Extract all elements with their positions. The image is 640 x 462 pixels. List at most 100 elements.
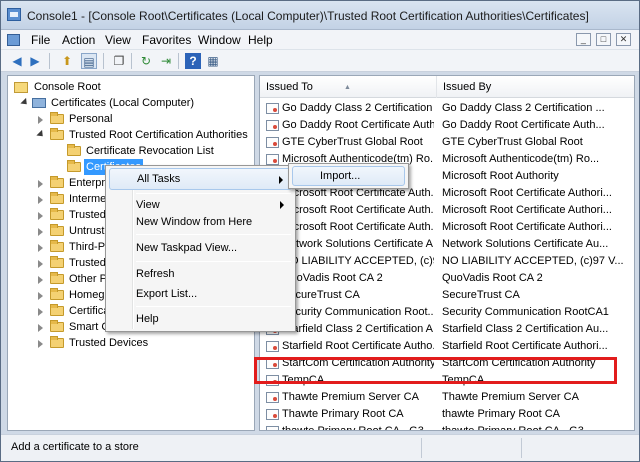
window-title: Console1 - [Console Root\Certificates (L… — [27, 9, 589, 23]
cell-issued-by: Microsoft Root Certificate Authori... — [442, 204, 612, 216]
column-header-issued-by[interactable]: Issued By — [437, 76, 634, 98]
expanded-arrow-icon[interactable] — [20, 97, 30, 108]
expanded-arrow-icon[interactable] — [36, 129, 46, 140]
help-icon[interactable]: ? — [185, 53, 201, 69]
action-pane-icon[interactable]: ▦ — [205, 53, 221, 69]
mmc-app-icon[interactable] — [7, 8, 21, 21]
cell-issued-by: NO LIABILITY ACCEPTED, (c)97 V... — [442, 255, 624, 267]
menu-bar: File Action View Favorites Window Help _… — [1, 30, 639, 50]
cell-issued-to: Go Daddy Root Certificate Auth... — [282, 119, 434, 131]
cell-issued-by: Microsoft Root Certificate Authori... — [442, 221, 612, 233]
cell-issued-by: Go Daddy Root Certificate Auth... — [442, 119, 605, 131]
folder-icon — [50, 192, 64, 204]
table-row[interactable]: Microsoft Root Certificate Auth... Micros… — [260, 219, 634, 236]
menu-help[interactable]: Help — [248, 33, 273, 47]
cell-issued-by: QuoVadis Root CA 2 — [442, 272, 543, 284]
forward-arrow-icon[interactable]: ▶ — [27, 53, 43, 69]
menu-favorites[interactable]: Favorites — [142, 33, 191, 47]
menu-item-import[interactable]: Import... — [292, 166, 405, 186]
certificate-icon — [266, 137, 279, 148]
table-row[interactable]: GTE CyberTrust Global Root GTE CyberTrust… — [260, 134, 634, 151]
console-system-menu-icon[interactable] — [7, 34, 20, 46]
tempca-highlight-box — [254, 357, 617, 384]
collapsed-arrow-icon[interactable] — [38, 324, 43, 332]
all-tasks-submenu: Import... — [288, 163, 409, 189]
table-row[interactable]: SecureTrust CA SecureTrust CA — [260, 287, 634, 304]
cell-issued-by: Thawte Premium Server CA — [442, 391, 579, 403]
table-row[interactable]: QuoVadis Root CA 2 QuoVadis Root CA 2 — [260, 270, 634, 287]
collapsed-arrow-icon[interactable] — [38, 276, 43, 284]
cell-issued-by: Network Solutions Certificate Au... — [442, 238, 609, 250]
toolbar-separator — [178, 53, 179, 69]
menu-item-help[interactable]: Help — [109, 308, 292, 330]
toolbar-separator — [103, 53, 104, 69]
child-close-button[interactable]: ✕ — [616, 33, 631, 46]
table-row[interactable]: Starfield Root Certificate Autho... Starf… — [260, 338, 634, 355]
table-row[interactable]: Starfield Class 2 Certification A... Star… — [260, 321, 634, 338]
menu-file[interactable]: File — [31, 33, 50, 47]
menu-separator — [136, 306, 291, 307]
cell-issued-by: Microsoft Root Authority — [442, 170, 559, 182]
export-list-icon[interactable]: ⇥ — [158, 53, 174, 69]
tree-node-label: Trusted Root Certification Authorities — [69, 129, 248, 141]
collapsed-arrow-icon[interactable] — [38, 340, 43, 348]
toolbar: ◀ ▶ ⬆ ▤ ❐ ↻ ⇥ ? ▦ — [1, 50, 639, 72]
cell-issued-to: Thawte Primary Root CA — [282, 408, 404, 420]
menu-item-new-taskpad-view[interactable]: New Taskpad View... — [109, 237, 292, 259]
child-window-controls: _ □ ✕ — [574, 33, 631, 46]
menu-item-refresh[interactable]: Refresh — [109, 263, 292, 285]
menu-window[interactable]: Window — [198, 33, 241, 47]
table-row[interactable]: Microsoft Root Certificate Auth... Micros… — [260, 202, 634, 219]
up-folder-icon[interactable]: ⬆ — [59, 53, 75, 69]
child-restore-button[interactable]: □ — [595, 33, 611, 46]
cell-issued-to: QuoVadis Root CA 2 — [282, 272, 383, 284]
menu-separator — [136, 234, 291, 235]
table-row[interactable]: Go Daddy Root Certificate Auth... Go Dadd… — [260, 117, 634, 134]
submenu-arrow-icon — [279, 176, 283, 184]
tree-node-label: Certificates (Local Computer) — [51, 97, 195, 109]
cell-issued-to: thawte Primary Root CA - G3 — [282, 425, 424, 431]
collapsed-arrow-icon[interactable] — [38, 180, 43, 188]
cell-issued-to: Thawte Premium Server CA — [282, 391, 419, 403]
collapsed-arrow-icon[interactable] — [38, 244, 43, 252]
collapsed-arrow-icon[interactable] — [38, 260, 43, 268]
table-row[interactable]: Thawte Primary Root CA thawte Primary Roo… — [260, 406, 634, 423]
collapsed-arrow-icon[interactable] — [38, 196, 43, 204]
collapsed-arrow-icon[interactable] — [38, 308, 43, 316]
certificate-icon — [266, 392, 279, 403]
child-minimize-button[interactable]: _ — [575, 33, 591, 46]
tree-node-label: Console Root — [34, 81, 101, 93]
collapsed-arrow-icon[interactable] — [38, 228, 43, 236]
table-row[interactable]: thawte Primary Root CA - G3 thawte Primar… — [260, 423, 634, 431]
table-row[interactable]: Network Solutions Certificate A... Networ… — [260, 236, 634, 253]
menu-item-new-window-from-here[interactable]: New Window from Here — [109, 211, 292, 233]
show-hide-tree-icon[interactable]: ▤ — [81, 53, 97, 69]
menu-item-all-tasks[interactable]: All Tasks — [109, 168, 292, 190]
properties-icon[interactable]: ❐ — [111, 53, 127, 69]
back-arrow-icon[interactable]: ◀ — [9, 53, 25, 69]
tree-node-label: Certificate Revocation List — [86, 145, 214, 157]
mmc-window: Console1 - [Console Root\Certificates (L… — [0, 0, 640, 462]
column-header-issued-to[interactable]: Issued To ▲ — [260, 76, 437, 98]
certificate-icon — [266, 154, 279, 165]
menu-action[interactable]: Action — [62, 33, 95, 47]
toolbar-separator — [49, 53, 50, 69]
toolbar-separator — [131, 53, 132, 69]
collapsed-arrow-icon[interactable] — [38, 212, 43, 220]
cell-issued-by: Microsoft Root Certificate Authori... — [442, 187, 612, 199]
collapsed-arrow-icon[interactable] — [38, 292, 43, 300]
certificates-snapin-icon — [32, 98, 46, 108]
table-row[interactable]: NO LIABILITY ACCEPTED, (c)97 ... NO LIABI… — [260, 253, 634, 270]
title-bar[interactable]: Console1 - [Console Root\Certificates (L… — [1, 1, 639, 30]
refresh-icon[interactable]: ↻ — [138, 53, 154, 69]
table-row[interactable]: Security Communication Root... Security C… — [260, 304, 634, 321]
menu-item-export-list[interactable]: Export List... — [109, 283, 292, 305]
table-row[interactable]: Go Daddy Class 2 Certification ... Go Dad… — [260, 100, 634, 117]
folder-icon — [50, 272, 64, 284]
console-root-icon — [14, 82, 28, 93]
menu-view[interactable]: View — [105, 33, 131, 47]
table-row[interactable]: Thawte Premium Server CA Thawte Premium S… — [260, 389, 634, 406]
cell-issued-by: Starfield Class 2 Certification Au... — [442, 323, 609, 335]
collapsed-arrow-icon[interactable] — [38, 116, 43, 124]
cell-issued-to: GTE CyberTrust Global Root — [282, 136, 423, 148]
